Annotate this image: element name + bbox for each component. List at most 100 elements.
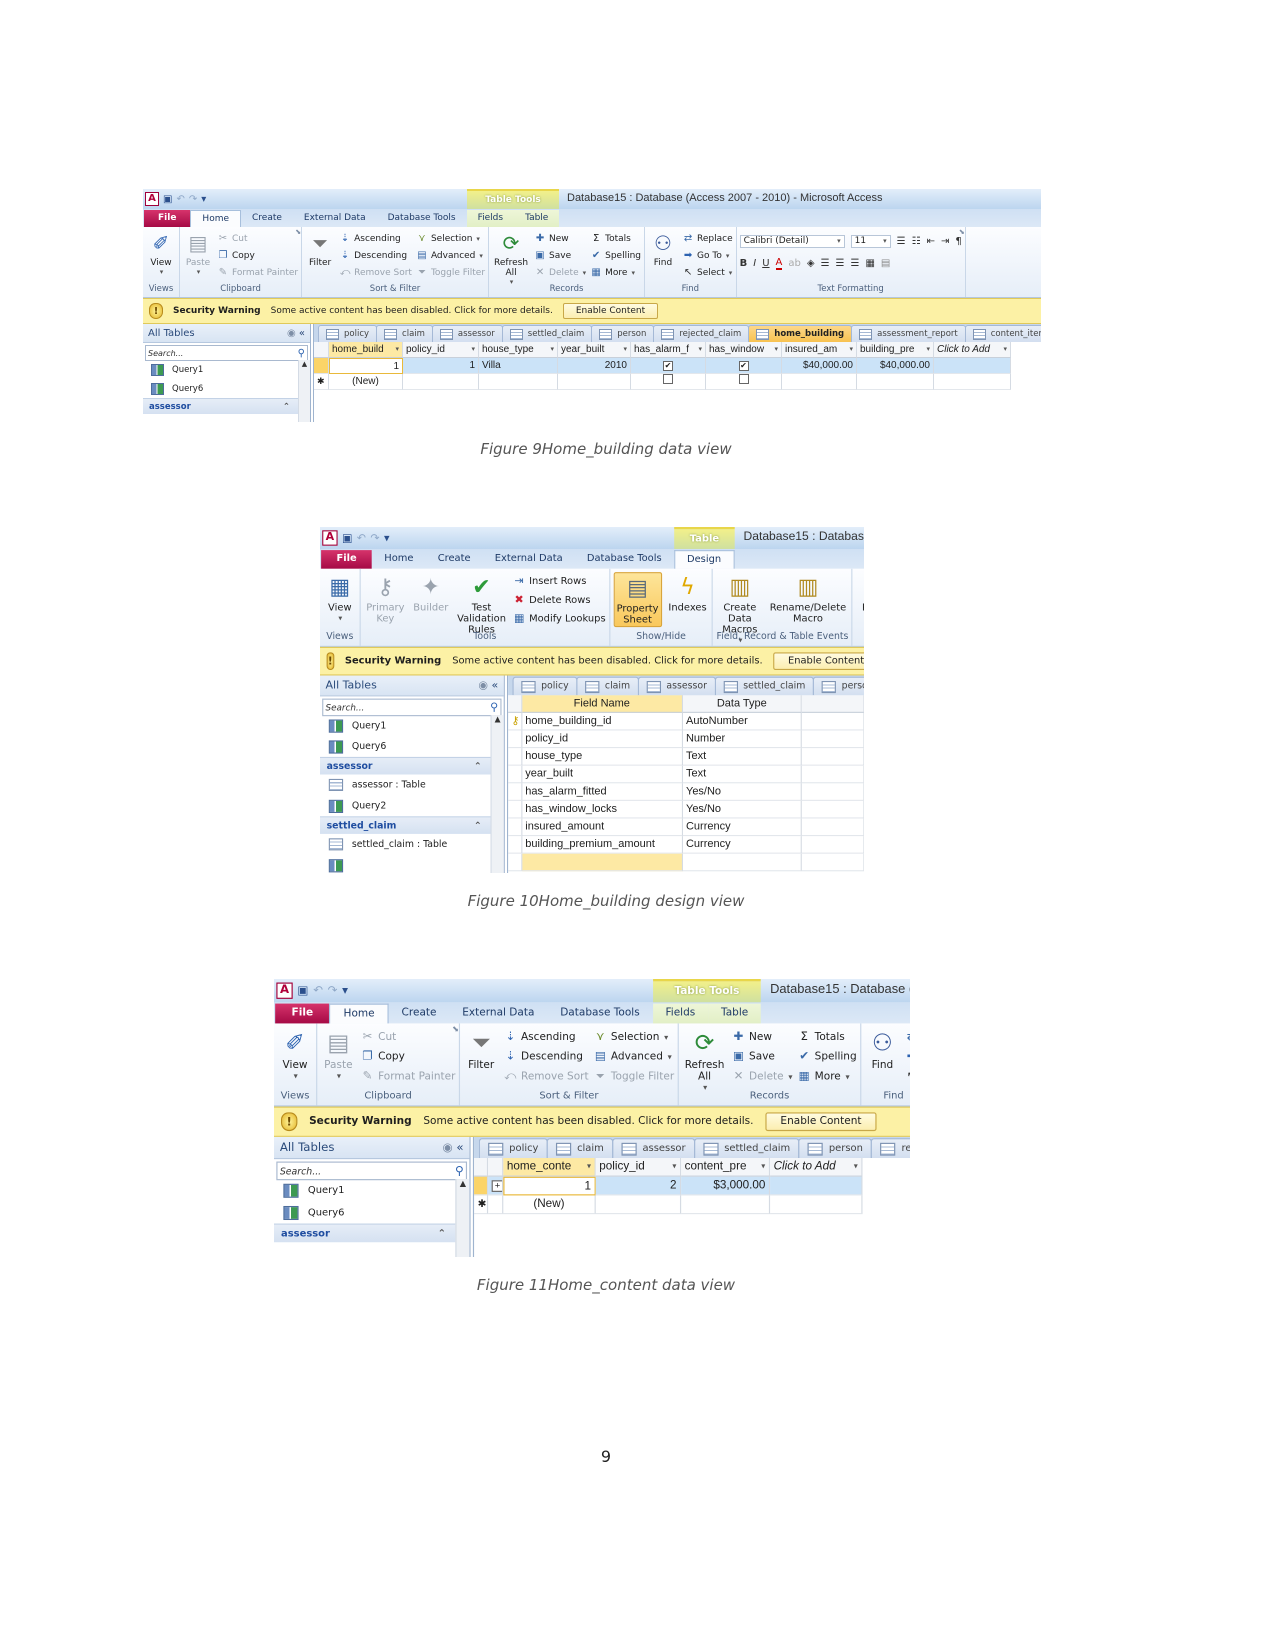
selection-button[interactable]: ⋎ Selection ▾ [593, 1027, 674, 1047]
align-right-icon[interactable]: ☰ [851, 258, 860, 269]
expand-cell[interactable]: + [488, 1176, 504, 1196]
doc-tab-settled-claim[interactable]: settled_claim [501, 325, 593, 342]
data-type-cell[interactable]: Yes/No [682, 800, 803, 819]
nav-group-assessor[interactable]: assessor ⌃ [274, 1223, 456, 1243]
rename-delete-macro-button[interactable]: ▥ Rename/Delete Macro [768, 572, 849, 625]
row-selector[interactable] [508, 818, 523, 837]
nav-pane-header[interactable]: All Tables ◉ « [143, 324, 310, 343]
customize-qat-icon[interactable]: ▾ [384, 532, 390, 544]
doc-tab-assessor[interactable]: assessor [612, 1138, 695, 1159]
row-selector[interactable] [508, 783, 523, 801]
new-button[interactable]: ✚ New [732, 1027, 793, 1047]
search-icon[interactable]: ⚲ [298, 348, 305, 359]
column-header-click-to-add[interactable]: Click to Add ▾ [934, 342, 1011, 358]
field-name-cell[interactable]: year_built [522, 765, 683, 784]
field-name-cell[interactable]: building_premium_amount [522, 836, 683, 854]
data-type-cell[interactable]: Text [682, 765, 803, 784]
cell-content-pre[interactable]: $3,000.00 [681, 1176, 771, 1196]
filter-button[interactable]: ⏷ Filter [464, 1027, 499, 1071]
remove-sort-button[interactable]: ⤺ Remove Sort [339, 264, 412, 281]
security-warning-message[interactable]: Some active content has been disabled. C… [271, 306, 553, 316]
row-selector[interactable]: ⚷ [508, 712, 523, 731]
column-dropdown-icon[interactable]: ▾ [849, 342, 853, 357]
font-size-select[interactable]: 11 ▾ [850, 234, 891, 248]
cell-has-window[interactable] [706, 374, 782, 390]
nav-item-settled-claim-table[interactable]: settled_claim : Table [320, 834, 491, 855]
builder-button[interactable]: ✦ Builder [411, 572, 450, 614]
expand-plus-icon[interactable]: + [491, 1180, 503, 1192]
field-name-cell[interactable]: house_type [522, 748, 683, 766]
paste-button[interactable]: ▤ Paste ▾ [321, 1027, 356, 1081]
column-dropdown-icon[interactable]: ▾ [1003, 342, 1007, 357]
format-painter-button[interactable]: ✎ Format Painter [217, 264, 298, 281]
doc-tab-assessor[interactable]: assessor [637, 676, 716, 696]
copy-button[interactable]: ❐ Copy [361, 1047, 456, 1067]
tab-design[interactable]: Design [673, 550, 735, 569]
column-header-has-alarm-f[interactable]: has_alarm_f ▾ [631, 342, 706, 358]
nav-dropdown-icon[interactable]: ◉ [287, 328, 299, 339]
spelling-button[interactable]: ✔ Spelling [797, 1047, 856, 1067]
column-dropdown-icon[interactable]: ▾ [761, 1158, 765, 1176]
cell-home-build[interactable]: 1 [329, 358, 403, 374]
nav-scrollbar[interactable]: ▲ [455, 1179, 470, 1257]
tab-table[interactable]: Table [514, 210, 560, 227]
column-dropdown-icon[interactable]: ▾ [926, 342, 930, 357]
cell-house-type[interactable] [479, 374, 558, 390]
toggle-filter-button[interactable]: ⏷ Toggle Filter [593, 1067, 674, 1087]
nav-group-assessor[interactable]: assessor ⌃ [320, 756, 491, 775]
test-validation-rules-button[interactable]: ✔ Test Validation Rules [455, 572, 508, 636]
doc-tab-claim[interactable]: claim [576, 676, 639, 696]
column-header-policy-id[interactable]: policy_id ▾ [595, 1158, 682, 1177]
view-button[interactable]: ✐ View ▾ [278, 1027, 313, 1081]
descending-button[interactable]: ⇣ Descending [339, 247, 412, 264]
data-type-cell[interactable]: Currency [682, 818, 803, 837]
selection-button[interactable]: ⋎ Selection ▾ [416, 230, 485, 247]
cell-house-type[interactable]: Villa [479, 358, 558, 374]
refresh-all-button[interactable]: ⟳ Refresh All ▾ [682, 1027, 726, 1092]
delete-button[interactable]: ✕ Delete ▾ [534, 264, 586, 281]
view-button[interactable]: ✐ View ▾ [146, 230, 176, 276]
toggle-filter-button[interactable]: ⏷ Toggle Filter [416, 264, 485, 281]
doc-tab-policy[interactable]: policy [512, 676, 578, 696]
tab-create[interactable]: Create [389, 1004, 450, 1024]
cell-click-to-add[interactable] [934, 358, 1011, 374]
search-icon[interactable]: ⚲ [490, 701, 498, 713]
ascending-button[interactable]: ⇣ Ascending [339, 230, 412, 247]
fill-color-icon[interactable]: ◈ [807, 258, 815, 269]
row-selector[interactable]: ✱ [314, 374, 329, 390]
enable-content-button[interactable]: Enable Content [562, 303, 659, 319]
doc-tab-person[interactable]: person [813, 676, 864, 696]
filter-button[interactable]: ⏷ Filter [305, 230, 335, 268]
align-center-icon[interactable]: ☰ [836, 258, 845, 269]
doc-tab-settled-claim[interactable]: settled_claim [693, 1138, 800, 1159]
select-button[interactable]: ↖ Select ▾ [682, 264, 733, 281]
decrease-indent-icon[interactable]: ⇤ [927, 236, 935, 247]
tab-database-tools[interactable]: Database Tools [547, 1004, 652, 1024]
numbering-icon[interactable]: ☷ [912, 236, 921, 247]
nav-item-assessor-table[interactable]: assessor : Table [320, 775, 491, 796]
doc-tab-rejected-claim[interactable]: rejected_claim [653, 325, 750, 342]
row-selector[interactable] [508, 765, 523, 784]
column-header-house-type[interactable]: house_type ▾ [479, 342, 558, 358]
nav-group-assessor[interactable]: assessor ⌃ [143, 398, 298, 414]
nav-dropdown-icon[interactable]: ◉ [442, 1141, 456, 1154]
column-dropdown-icon[interactable]: ▾ [587, 1158, 591, 1176]
tab-file[interactable]: File [321, 550, 373, 569]
row-selector[interactable] [508, 836, 523, 854]
cell-year-built[interactable] [558, 374, 631, 390]
delete-button[interactable]: ✕ Delete ▾ [732, 1067, 793, 1087]
checkbox-checked[interactable]: ✔ [738, 361, 749, 371]
row-selector[interactable] [508, 730, 523, 749]
cell-policy-id[interactable]: 1 [403, 358, 479, 374]
blank-button[interactable]: ➡ [905, 1047, 910, 1067]
column-dropdown-icon[interactable]: ▾ [623, 342, 627, 357]
save-button[interactable]: ▣ Save [732, 1047, 793, 1067]
search-icon[interactable]: ⚲ [455, 1164, 464, 1177]
description-cell[interactable] [802, 853, 864, 872]
select-all-corner[interactable] [508, 695, 523, 713]
doc-tab-policy[interactable]: policy [318, 325, 378, 342]
data-type-cell[interactable]: Text [682, 748, 803, 766]
format-painter-button[interactable]: ✎ Format Painter [361, 1067, 456, 1087]
copy-button[interactable]: ❐ Copy [217, 247, 298, 264]
undo-icon[interactable]: ↶ [313, 984, 323, 997]
